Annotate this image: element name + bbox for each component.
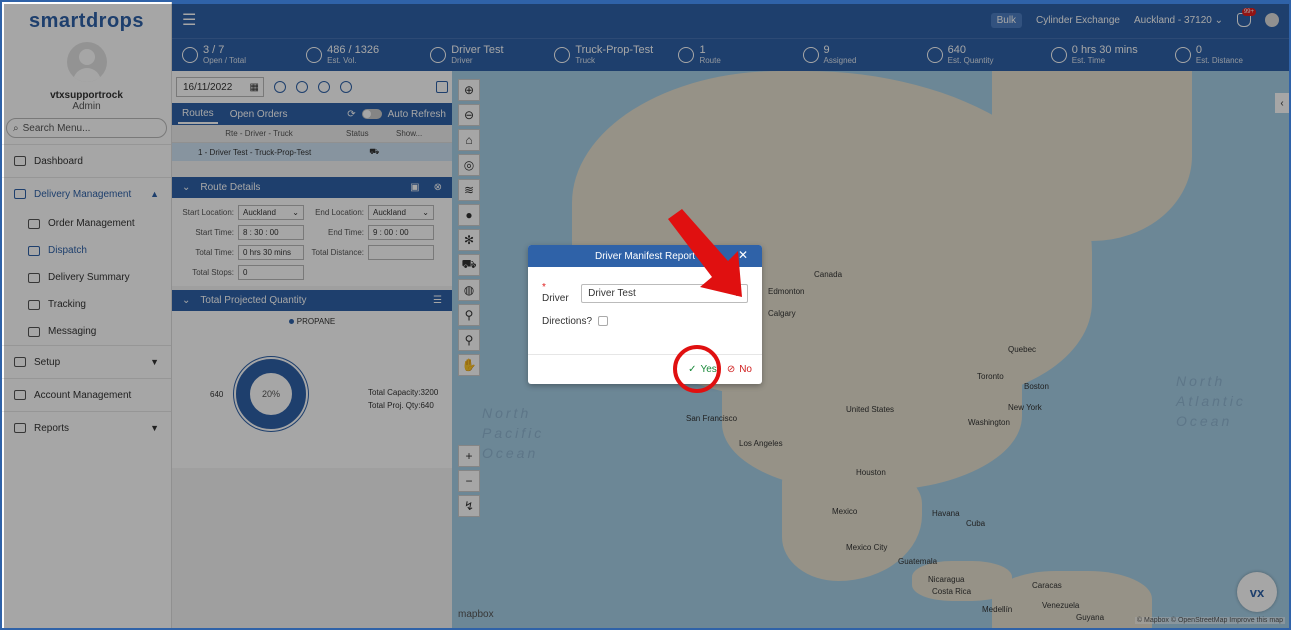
directions-label: Directions? (542, 315, 593, 327)
directions-checkbox[interactable] (598, 316, 609, 326)
driver-label: Driver (542, 293, 569, 304)
highlight-circle (673, 345, 721, 393)
modal-footer: ✓ Yes ⊘ No (528, 354, 762, 384)
red-arrow-icon (668, 209, 742, 297)
no-label: No (739, 364, 752, 375)
no-button[interactable]: ⊘ No (727, 364, 752, 375)
driver-select-value: Driver Test (588, 287, 636, 299)
driver-field-label: * Driver (542, 282, 569, 304)
ban-icon: ⊘ (726, 364, 736, 375)
